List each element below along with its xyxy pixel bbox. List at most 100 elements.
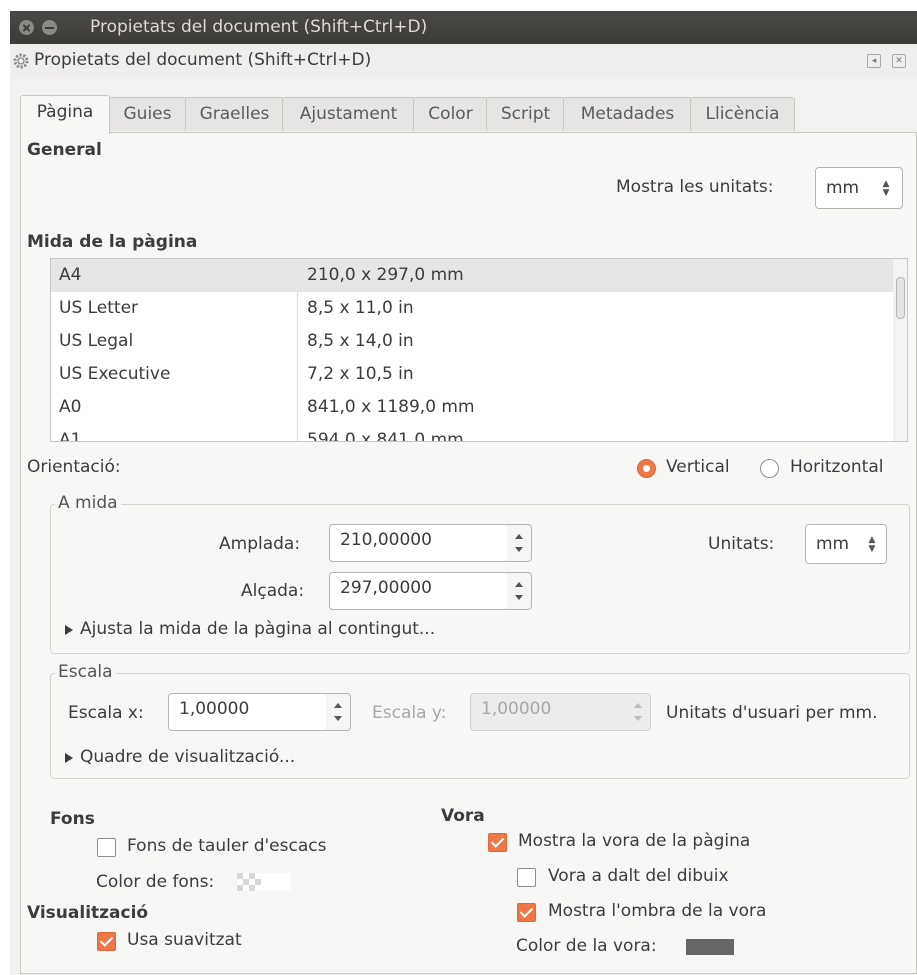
page-size-row-us-legal[interactable]: US Legal 8,5 x 14,0 in [51,325,894,358]
tab-page[interactable]: Pàgina [20,95,110,134]
orientation-horizontal-radio[interactable] [760,459,779,478]
show-shadow-checkbox[interactable] [517,903,536,922]
background-color-swatch[interactable] [237,873,291,891]
background-color-label: Color de fons: [96,872,215,892]
page-size-list[interactable]: A4 210,0 x 297,0 mm US Letter 8,5 x 11,0… [50,258,895,442]
tab-license[interactable]: Llicència [690,97,795,131]
page-size-row-a0[interactable]: A0 841,0 x 1189,0 mm [51,391,894,424]
close-dock-icon[interactable]: ✕ [892,54,906,68]
window-title: Propietats del document (Shift+Ctrl+D) [90,17,428,37]
units-select[interactable]: mm ▲ ▼ [805,524,887,564]
orientation-vertical-radio[interactable] [637,459,656,478]
increment-icon [634,703,642,708]
width-stepper[interactable] [507,524,532,562]
width-input[interactable]: 210,00000 [329,524,509,562]
increment-icon[interactable] [515,534,523,539]
document-properties-window: Propietats del document (Shift+Ctrl+D) P… [10,11,917,975]
scrollbar-thumb[interactable] [896,277,905,319]
expander-arrow-icon[interactable] [65,625,73,635]
expander-arrow-icon[interactable] [65,753,73,763]
antialias-label[interactable]: Usa suavitzat [127,930,242,950]
row-size: 841,0 x 1189,0 mm [307,397,475,417]
select-arrows-icon: ▲ ▼ [868,535,876,554]
scale-legend: Escala [55,662,116,682]
show-shadow-label[interactable]: Mostra l'ombra de la vora [548,901,766,921]
increment-icon[interactable] [515,582,523,587]
page-size-scrollbar[interactable] [893,258,908,442]
row-name: A4 [59,265,82,285]
scale-units-text: Unitats d'usuari per mm. [666,703,878,723]
width-value: 210,00000 [340,530,432,550]
display-units-value: mm [826,178,860,198]
scale-x-value: 1,00000 [179,699,250,719]
display-units-label: Mostra les unitats: [616,177,774,197]
height-stepper[interactable] [507,572,532,610]
border-heading: Vora [441,806,485,826]
window-titlebar[interactable]: Propietats del document (Shift+Ctrl+D) [10,11,917,44]
custom-size-legend: A mida [55,493,121,513]
document-settings-icon [13,53,29,69]
display-units-select[interactable]: mm ▲ ▼ [815,167,903,209]
antialias-checkbox[interactable] [97,932,116,951]
show-border-label[interactable]: Mostra la vora de la pàgina [518,831,750,851]
select-arrows-icon: ▲ ▼ [882,179,890,198]
border-on-top-label[interactable]: Vora a dalt del dibuix [548,866,729,886]
height-input[interactable]: 297,00000 [329,572,509,610]
border-color-swatch[interactable] [686,939,734,955]
decrement-icon[interactable] [334,716,342,721]
scale-y-stepper [626,693,651,731]
row-size: 594,0 x 841,0 mm [307,430,464,442]
tab-grids[interactable]: Graelles [185,97,284,131]
units-label: Unitats: [708,534,775,554]
row-name: US Executive [59,364,171,384]
height-label: Alçada: [241,581,305,601]
display-heading: Visualització [27,903,149,923]
minimize-window-icon[interactable] [42,20,57,35]
row-name: US Letter [59,298,139,318]
tab-color[interactable]: Color [413,97,488,131]
orientation-label: Orientació: [27,457,121,477]
row-name: A0 [59,397,82,417]
row-name: US Legal [59,331,134,351]
page-size-row-us-letter[interactable]: US Letter 8,5 x 11,0 in [51,292,894,325]
iconify-dock-icon[interactable]: ◂ [867,54,881,68]
resize-to-content-expander[interactable]: Ajusta la mida de la pàgina al contingut… [80,619,435,639]
tab-guides[interactable]: Guies [108,97,187,131]
general-heading: General [27,140,102,160]
height-value: 297,00000 [340,578,432,598]
background-heading: Fons [50,809,95,829]
row-name: A1 [59,430,82,442]
increment-icon[interactable] [334,703,342,708]
width-label: Amplada: [219,534,301,554]
border-color-label: Color de la vora: [516,936,657,956]
tab-metadata[interactable]: Metadades [563,97,692,131]
decrement-icon[interactable] [515,547,523,552]
orientation-horizontal-label[interactable]: Horitzontal [790,457,883,477]
row-size: 7,2 x 10,5 in [307,364,414,384]
dock-header: Propietats del document (Shift+Ctrl+D) ◂… [10,44,917,78]
page-size-row-us-executive[interactable]: US Executive 7,2 x 10,5 in [51,358,894,391]
row-size: 210,0 x 297,0 mm [307,265,464,285]
units-value: mm [816,534,850,554]
scale-y-input: 1,00000 [470,693,628,731]
scale-x-input[interactable]: 1,00000 [168,693,328,731]
checkerboard-checkbox[interactable] [97,838,116,857]
dock-title: Propietats del document (Shift+Ctrl+D) [34,50,372,70]
row-size: 8,5 x 14,0 in [307,331,414,351]
checkerboard-label[interactable]: Fons de tauler d'escacs [127,836,326,856]
tab-snap[interactable]: Ajustament [282,97,415,131]
decrement-icon[interactable] [515,595,523,600]
scale-x-label: Escala x: [68,703,144,723]
tab-script[interactable]: Script [486,97,565,131]
decrement-icon [634,716,642,721]
show-border-checkbox[interactable] [488,833,507,852]
border-on-top-checkbox[interactable] [517,868,536,887]
page-size-row-a1[interactable]: A1 594,0 x 841,0 mm [51,424,894,442]
orientation-vertical-label[interactable]: Vertical [666,457,730,477]
page-size-heading: Mida de la pàgina [27,232,198,252]
viewbox-expander[interactable]: Quadre de visualització... [80,747,295,767]
close-window-icon[interactable] [19,20,34,35]
scale-y-value: 1,00000 [481,699,552,719]
scale-x-stepper[interactable] [326,693,351,731]
page-size-row-a4[interactable]: A4 210,0 x 297,0 mm [51,259,894,292]
